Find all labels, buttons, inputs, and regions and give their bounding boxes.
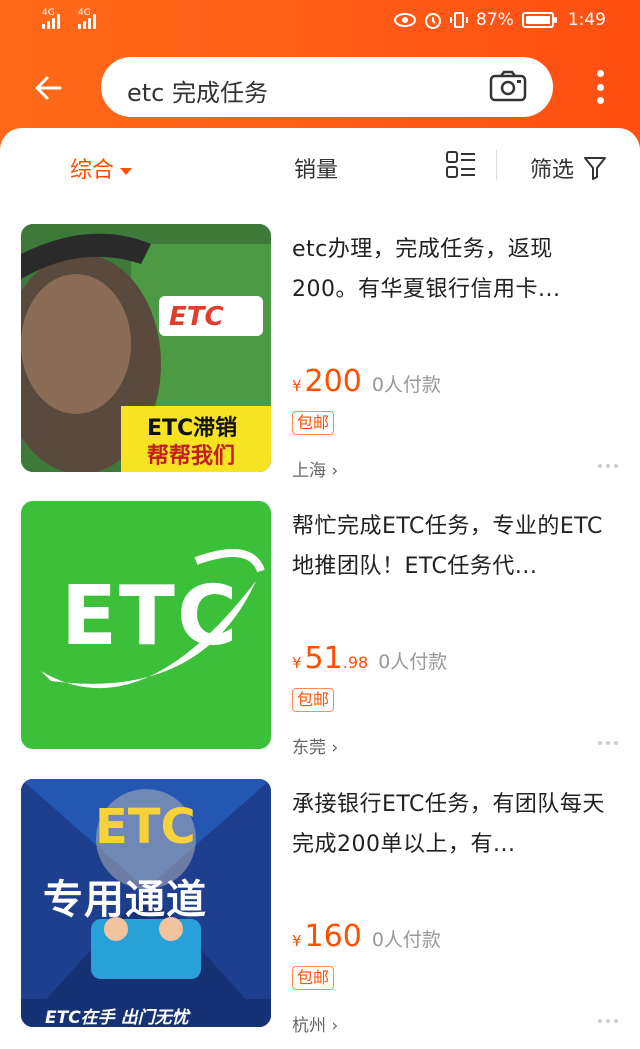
- sort-sales[interactable]: 销量: [294, 152, 338, 184]
- yen-symbol: ¥: [292, 654, 302, 672]
- status-right: 87% 1:49: [394, 10, 606, 30]
- yen-symbol: ¥: [292, 932, 302, 950]
- search-query: etc 完成任务: [127, 79, 268, 107]
- results-panel: 综合 销量 筛选 ETC ETC滞销 帮帮我们 etc办理，完成任务，返现200…: [0, 128, 640, 1049]
- network-type-label: 4G: [42, 8, 55, 18]
- more-icon[interactable]: [598, 464, 618, 468]
- caret-down-icon: [120, 167, 133, 175]
- thumb-logo: ETC: [95, 799, 196, 855]
- more-options-icon[interactable]: [596, 70, 604, 104]
- price: ¥ 160 0人付款: [292, 919, 441, 954]
- price-integer: 51: [304, 641, 343, 676]
- signal-icon: 4G: [78, 8, 96, 29]
- battery-icon: [521, 12, 557, 28]
- price: ¥ 51 .98 0人付款: [292, 641, 447, 676]
- product-image[interactable]: ETC 专用通道 ETC在手 出门无忧: [21, 779, 271, 1027]
- divider: [496, 150, 497, 180]
- location-link[interactable]: 上海 ›: [292, 456, 338, 481]
- product-image[interactable]: ETC: [21, 501, 271, 749]
- camera-icon[interactable]: [489, 70, 527, 102]
- price-integer: 200: [304, 364, 362, 399]
- free-shipping-badge: 包邮: [292, 688, 335, 712]
- price-decimal: .98: [342, 653, 369, 672]
- product-image[interactable]: ETC ETC滞销 帮帮我们: [21, 224, 271, 472]
- back-arrow-icon[interactable]: [30, 70, 66, 106]
- product-card[interactable]: ETC 帮忙完成ETC任务，专业的ETC地推团队！ETC任务代... ¥ 51 …: [0, 501, 640, 779]
- filter-label[interactable]: 筛选: [530, 152, 574, 184]
- payers-count: 0人付款: [378, 651, 448, 673]
- more-icon[interactable]: [598, 741, 618, 745]
- price-integer: 160: [304, 919, 362, 954]
- price: ¥ 200 0人付款: [292, 364, 441, 399]
- payers-count: 0人付款: [371, 929, 441, 951]
- clock: 1:49: [567, 10, 606, 30]
- list-layout-icon[interactable]: [446, 150, 476, 180]
- thumb-caption: 帮帮我们: [147, 444, 236, 469]
- eye-icon: [394, 13, 417, 27]
- product-title[interactable]: 承接银行ETC任务，有团队每天完成200单以上，有...: [292, 785, 612, 865]
- network-type-label: 4G: [78, 8, 91, 18]
- free-shipping-badge: 包邮: [292, 411, 335, 435]
- funnel-icon[interactable]: [584, 156, 606, 180]
- more-icon[interactable]: [598, 1019, 618, 1023]
- sort-bar: 综合 销量 筛选: [0, 128, 640, 206]
- product-card[interactable]: ETC 专用通道 ETC在手 出门无忧 承接银行ETC任务，有团队每天完成200…: [0, 779, 640, 1049]
- product-card[interactable]: ETC ETC滞销 帮帮我们 etc办理，完成任务，返现200。有华夏银行信用卡…: [0, 224, 640, 502]
- vibrate-icon: [450, 12, 469, 28]
- battery-percent: 87%: [476, 10, 514, 30]
- status-bar: 4G 4G 87% 1:49: [0, 0, 640, 44]
- search-input[interactable]: etc 完成任务: [101, 57, 553, 117]
- location-link[interactable]: 杭州 ›: [292, 1011, 338, 1036]
- location-link[interactable]: 东莞 ›: [292, 733, 338, 758]
- product-title[interactable]: etc办理，完成任务，返现200。有华夏银行信用卡...: [292, 230, 612, 310]
- free-shipping-badge: 包邮: [292, 966, 335, 990]
- payers-count: 0人付款: [371, 374, 441, 396]
- sort-comprehensive-label: 综合: [70, 158, 115, 183]
- thumb-caption: 专用通道: [43, 877, 207, 923]
- thumb-caption: ETC在手 出门无忧: [45, 1008, 189, 1027]
- yen-symbol: ¥: [292, 377, 302, 395]
- signal-icon: 4G: [42, 8, 60, 29]
- product-title[interactable]: 帮忙完成ETC任务，专业的ETC地推团队！ETC任务代...: [292, 507, 612, 587]
- alarm-icon: [425, 13, 442, 29]
- thumb-logo: ETC: [169, 302, 224, 332]
- sort-comprehensive[interactable]: 综合: [70, 152, 133, 184]
- thumb-logo: ETC: [61, 569, 240, 664]
